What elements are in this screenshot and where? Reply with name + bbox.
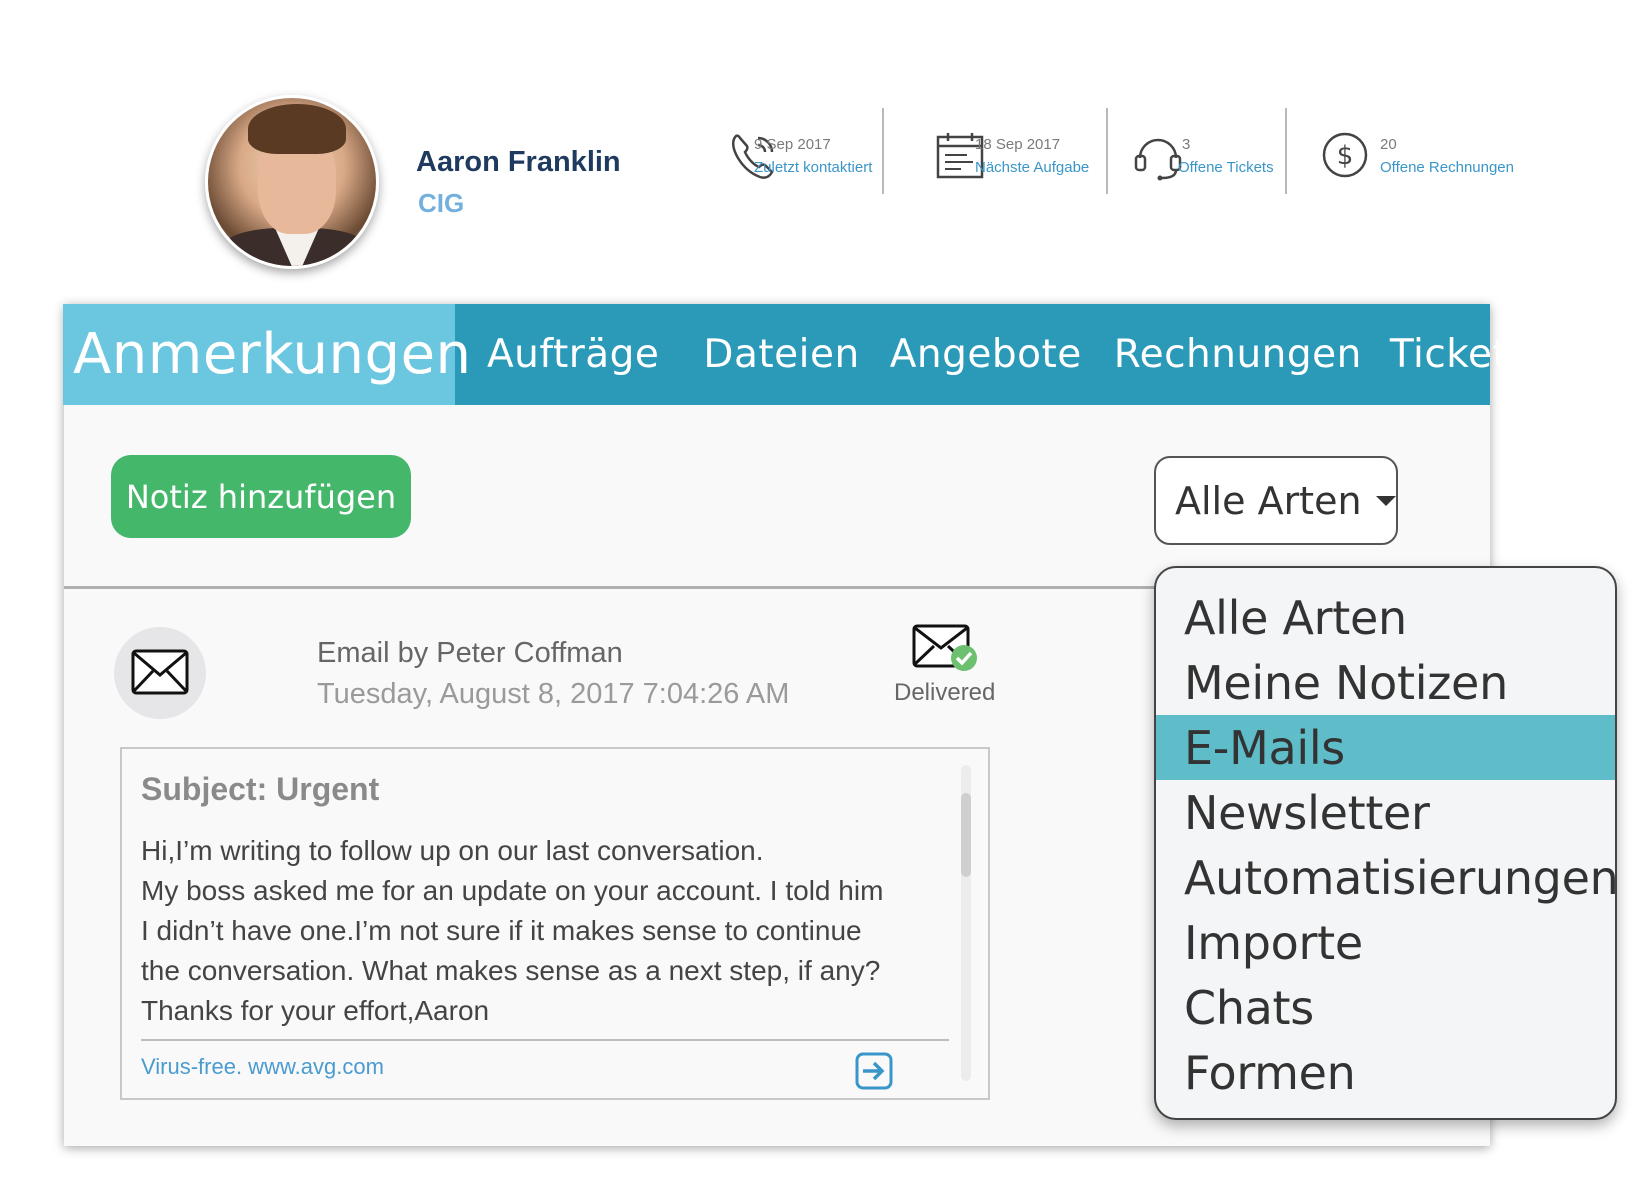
tab-auftraege[interactable]: Aufträge xyxy=(487,332,659,377)
email-date: Tuesday, August 8, 2017 7:04:26 AM xyxy=(317,678,790,710)
headset-icon xyxy=(1134,138,1182,181)
stat-value: 3 xyxy=(1182,136,1191,153)
email-body-line: Thanks for your effort,Aaron xyxy=(141,995,490,1026)
open-email-icon[interactable] xyxy=(854,1051,894,1091)
divider xyxy=(882,108,884,194)
dropdown-option-importe[interactable]: Importe xyxy=(1156,910,1615,975)
tab-bar: Anmerkungen Aufträge Dateien Angebote Re… xyxy=(63,304,1529,405)
dropdown-option-chats[interactable]: Chats xyxy=(1156,975,1615,1040)
type-dropdown-menu: Alle Arten Meine Notizen E-Mails Newslet… xyxy=(1154,566,1617,1120)
dropdown-option-e-mails[interactable]: E-Mails xyxy=(1156,715,1615,780)
stat-label[interactable]: Zuletzt kontaktiert xyxy=(754,159,872,176)
delivery-status: Delivered xyxy=(894,679,996,706)
email-author: Email by Peter Coffman xyxy=(317,637,623,669)
dropdown-option-alle-arten[interactable]: Alle Arten xyxy=(1156,585,1615,650)
tab-rechnungen[interactable]: Rechnungen xyxy=(1114,332,1362,377)
stat-label[interactable]: Nächste Aufgabe xyxy=(975,159,1089,176)
stat-label[interactable]: Offene Tickets xyxy=(1178,159,1274,176)
type-filter-value: Alle Arten xyxy=(1175,478,1362,523)
dropdown-option-formen[interactable]: Formen xyxy=(1156,1040,1615,1105)
tab-dateien[interactable]: Dateien xyxy=(703,332,859,377)
email-body-line: I didn’t have one.I’m not sure if it mak… xyxy=(141,915,862,946)
email-body-line: My boss asked me for an update on your a… xyxy=(141,875,884,906)
chevron-down-icon xyxy=(1375,495,1396,506)
stat-value: 20 xyxy=(1380,136,1397,153)
type-filter-select[interactable]: Alle Arten xyxy=(1154,456,1398,545)
divider xyxy=(1106,108,1108,194)
email-body: Hi,I’m writing to follow up on our last … xyxy=(141,831,883,1031)
stat-value: 18 Sep 2017 xyxy=(975,136,1061,153)
delivered-envelope-icon xyxy=(912,624,977,671)
divider xyxy=(141,1039,949,1041)
svg-text:$: $ xyxy=(1337,141,1354,171)
email-subject: Subject: Urgent xyxy=(141,771,380,807)
stat-label[interactable]: Offene Rechnungen xyxy=(1380,159,1514,176)
scrollbar-thumb[interactable] xyxy=(961,793,971,877)
divider xyxy=(1285,108,1287,194)
contact-avatar xyxy=(205,95,379,269)
dropdown-option-automatisierungen[interactable]: Automatisierungen xyxy=(1156,845,1615,910)
dropdown-option-meine-notizen[interactable]: Meine Notizen xyxy=(1156,650,1615,715)
email-body-line: Hi,I’m writing to follow up on our last … xyxy=(141,835,764,866)
tab-angebote[interactable]: Angebote xyxy=(890,332,1082,377)
avg-link[interactable]: Virus-free. www.avg.com xyxy=(141,1054,384,1080)
contact-company[interactable]: CIG xyxy=(418,188,464,219)
envelope-icon xyxy=(131,649,189,695)
dropdown-option-newsletter[interactable]: Newsletter xyxy=(1156,780,1615,845)
add-note-button[interactable]: Notiz hinzufügen xyxy=(111,455,411,538)
dollar-icon: $ xyxy=(1322,132,1368,178)
email-body-line: the conversation. What makes sense as a … xyxy=(141,955,881,986)
tab-anmerkungen[interactable]: Anmerkungen xyxy=(63,304,471,405)
stat-value: 9 Sep 2017 xyxy=(754,136,831,153)
envelope-badge xyxy=(114,627,206,719)
contact-name[interactable]: Aaron Franklin xyxy=(416,146,621,179)
email-preview: Subject: Urgent Hi,I’m writing to follow… xyxy=(120,747,990,1100)
tab-tickets[interactable]: Tickets xyxy=(1390,332,1529,377)
